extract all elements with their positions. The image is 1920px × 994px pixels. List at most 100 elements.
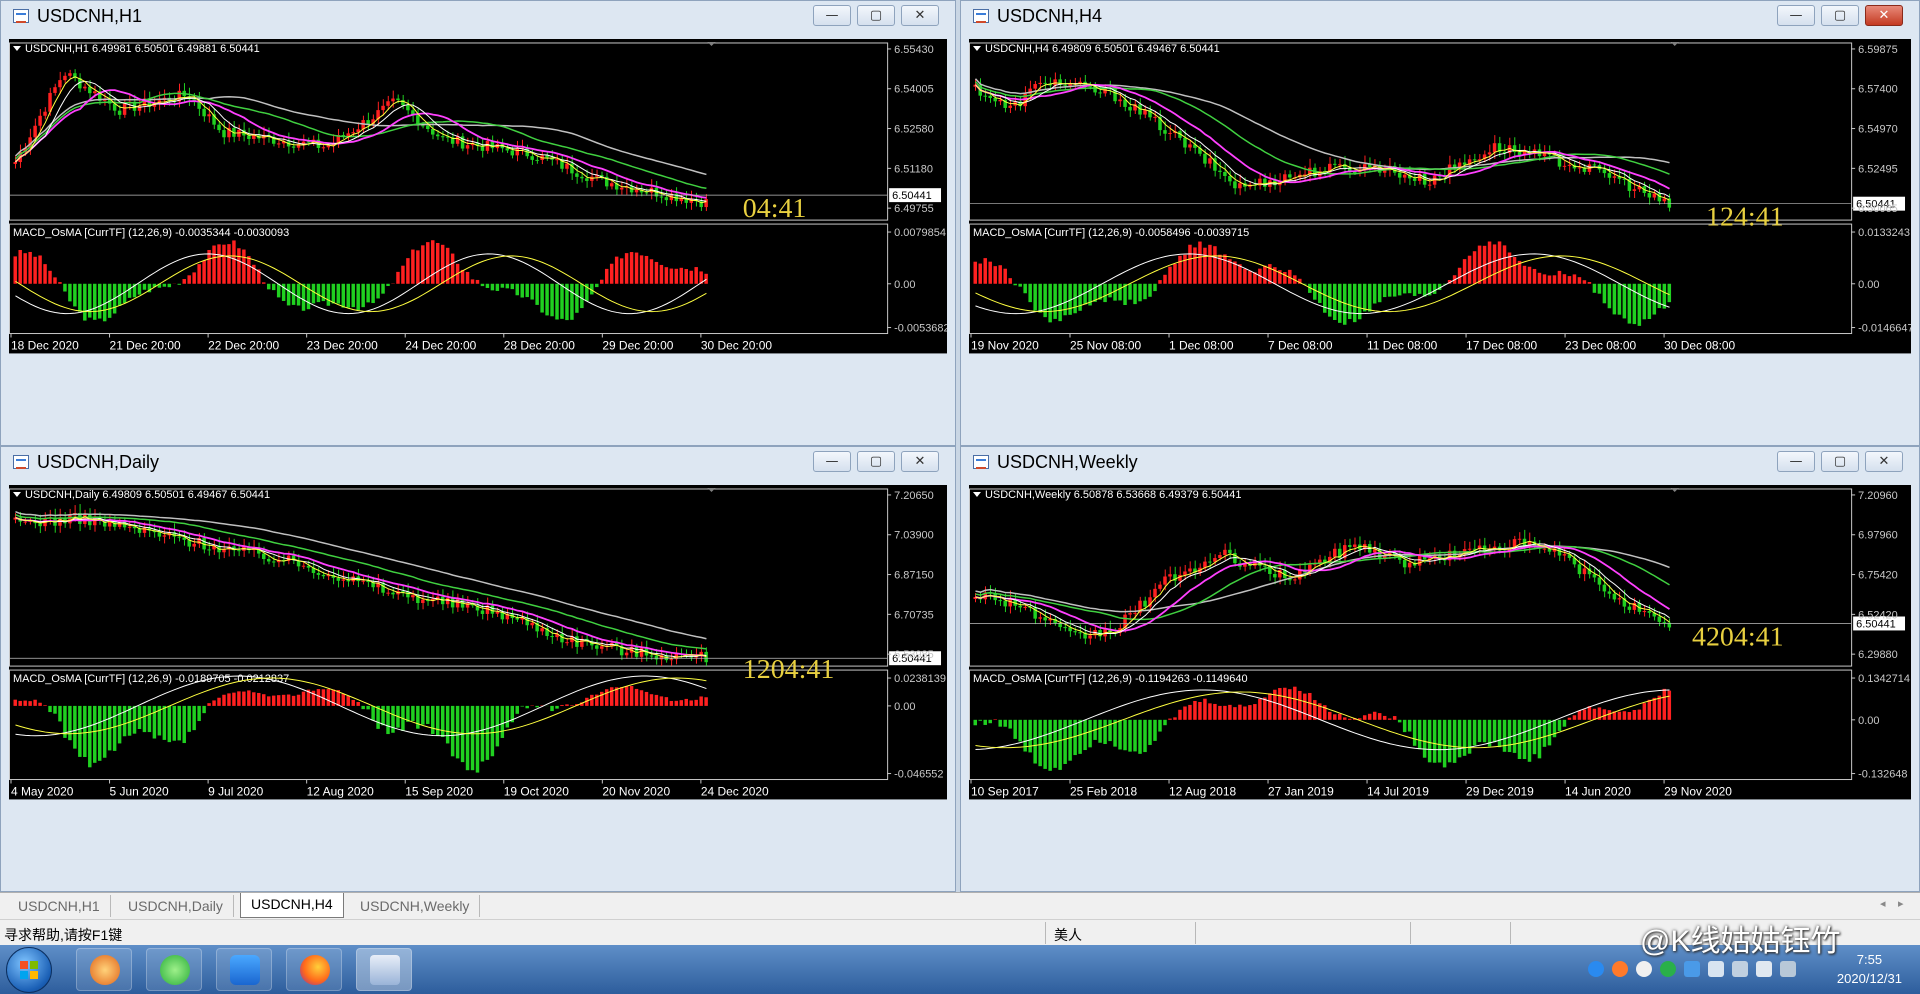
taskbar-app-firefox[interactable]: [286, 948, 342, 991]
wechat-tray-icon[interactable]: [1660, 961, 1676, 977]
close-button[interactable]: ✕: [1865, 5, 1903, 26]
network-icon[interactable]: [1732, 961, 1748, 977]
chart-area[interactable]: 6.50441 7.20650 7.03900 6.87150 6.70735 6.539…: [9, 485, 947, 885]
windows-logo-icon: [20, 961, 38, 979]
osma-bar: [619, 258, 624, 284]
candlestick-chart-weekly[interactable]: 6.504417.209606.979606.754206.524206.298…: [969, 485, 1911, 885]
osma-bar: [455, 705, 460, 759]
osma-bar: [1447, 719, 1452, 763]
indicator-tick-label: 0.1342714: [1858, 673, 1910, 685]
close-button[interactable]: ✕: [1865, 451, 1903, 472]
chart-area[interactable]: 6.50441 6.59875 6.57400 6.54970 6.52495 6.500…: [969, 39, 1911, 439]
close-button[interactable]: ✕: [901, 451, 939, 472]
maximize-button[interactable]: ▢: [857, 5, 895, 26]
chart-window-daily[interactable]: USDCNH,Daily — ▢ ✕ 6.50441 7.20650 7.03900…: [0, 446, 956, 892]
price-tick-label: 6.50065: [1858, 203, 1898, 215]
start-button[interactable]: [6, 947, 52, 993]
osma-bar: [366, 283, 370, 303]
window-titlebar[interactable]: USDCNH,H1 — ▢ ✕: [1, 1, 955, 31]
osma-bar: [1567, 717, 1572, 720]
candle: [590, 176, 594, 181]
status-divider: [1045, 922, 1046, 944]
osma-bar: [699, 696, 703, 706]
chart-window-weekly[interactable]: USDCNH,Weekly — ▢ ✕ 6.50441 7.20960 6.9796…: [960, 446, 1920, 892]
minimize-button[interactable]: —: [813, 5, 851, 26]
candle: [1053, 79, 1057, 86]
chart-window-h4[interactable]: USDCNH,H4 — ▢ ✕ 6.50441 6.59875 6.57400 6.5…: [960, 0, 1920, 446]
window-title: USDCNH,Weekly: [997, 452, 1138, 472]
close-button[interactable]: ✕: [901, 5, 939, 26]
osma-bar: [411, 705, 415, 722]
osma-bar: [555, 283, 559, 320]
window-titlebar[interactable]: USDCNH,H4 — ▢ ✕: [961, 1, 1919, 31]
osma-bar: [33, 256, 37, 284]
candle: [664, 197, 669, 201]
pen-app-icon: [230, 955, 260, 985]
chart-area[interactable]: 6.50441 6.55430 6.54005 6.52580 6.51180 6.497…: [9, 39, 947, 439]
tab-usdcnh-h1[interactable]: USDCNH,H1: [8, 895, 111, 917]
candle: [431, 129, 435, 135]
candle: [1038, 82, 1042, 85]
taskbar-app-feishu[interactable]: [216, 948, 272, 991]
candle: [1008, 599, 1012, 607]
window-titlebar[interactable]: USDCNH,Weekly — ▢ ✕: [961, 447, 1919, 477]
swirl-tray-icon[interactable]: [1612, 961, 1628, 977]
osma-bar: [1078, 283, 1082, 311]
status-bar: 寻求帮助,请按F1键 美人: [0, 919, 1920, 946]
candlestick-chart-h4[interactable]: 6.504416.598756.574006.549706.524956.500…: [969, 39, 1911, 439]
osma-bar: [495, 283, 500, 291]
network-app-icon[interactable]: [1588, 961, 1604, 977]
taskbar-app-metatrader[interactable]: [356, 948, 412, 991]
tab-scroll-left-icon[interactable]: ◂: [1880, 897, 1886, 910]
maximize-button[interactable]: ▢: [1821, 451, 1859, 472]
osma-bar: [1133, 283, 1137, 305]
osma-bar: [704, 273, 708, 284]
taskbar-app-swirl[interactable]: [76, 948, 132, 991]
candlestick-chart-daily[interactable]: 6.504417.206507.039006.871506.707356.539…: [9, 485, 947, 885]
minimize-button[interactable]: —: [813, 451, 851, 472]
tab-usdcnh-h4[interactable]: USDCNH,H4: [240, 893, 344, 918]
osma-bar: [227, 693, 231, 706]
display-icon[interactable]: [1708, 961, 1724, 977]
osma-bar: [48, 705, 52, 713]
chart-area[interactable]: 6.50441 7.20960 6.97960 6.75420 6.52420 6.298…: [969, 485, 1911, 885]
osma-bar: [1193, 247, 1197, 284]
candle: [609, 183, 614, 187]
osma-bar: [1527, 266, 1532, 284]
window-titlebar[interactable]: USDCNH,Daily — ▢ ✕: [1, 447, 955, 477]
tab-usdcnh-daily[interactable]: USDCNH,Daily: [118, 895, 234, 917]
osma-bar: [301, 283, 306, 311]
candlestick-chart-h1[interactable]: 6.50441 6.55430 6.54005 6.52580 6.51180 6.497…: [9, 39, 947, 439]
candle: [391, 98, 395, 102]
osma-bar: [376, 705, 380, 729]
tab-usdcnh-weekly[interactable]: USDCNH,Weekly: [350, 895, 481, 917]
candle: [1158, 584, 1162, 589]
osma-bar: [416, 705, 420, 729]
osma-bar: [1667, 283, 1672, 303]
osma-bar: [78, 705, 82, 757]
minimize-button[interactable]: —: [1777, 451, 1815, 472]
minimize-button[interactable]: —: [1777, 5, 1815, 26]
osma-bar: [1557, 270, 1562, 284]
osma-bar: [182, 279, 186, 284]
osma-bar: [1103, 719, 1107, 745]
candle: [575, 173, 579, 177]
qq-icon[interactable]: [1636, 961, 1652, 977]
volume-icon[interactable]: [1756, 961, 1772, 977]
candle: [271, 561, 276, 563]
security-icon[interactable]: [1684, 961, 1700, 977]
system-clock[interactable]: 7:55 2020/12/31: [1837, 950, 1902, 988]
signal-icon[interactable]: [1780, 961, 1796, 977]
osma-bar: [1248, 270, 1252, 284]
taskbar-app-wechat[interactable]: [146, 948, 202, 991]
chart-window-h1[interactable]: USDCNH,H1 — ▢ ✕ 6.50441 6.55430 6.54005 6.5…: [0, 0, 956, 446]
candle: [1188, 144, 1192, 148]
tab-scroll-right-icon[interactable]: ▸: [1898, 897, 1904, 910]
osma-bar: [1223, 705, 1227, 720]
maximize-button[interactable]: ▢: [1821, 5, 1859, 26]
osma-bar: [162, 705, 167, 740]
osma-bar: [68, 283, 72, 302]
osma-bar: [316, 689, 321, 706]
candle: [515, 618, 519, 620]
maximize-button[interactable]: ▢: [857, 451, 895, 472]
